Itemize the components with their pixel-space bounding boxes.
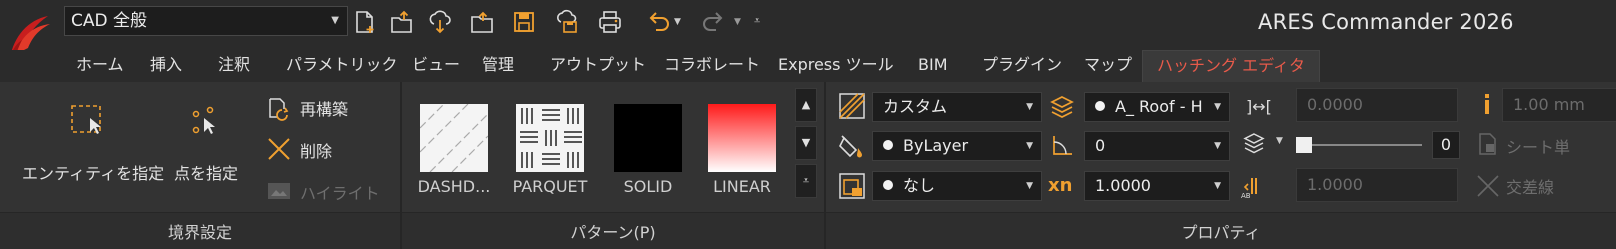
layer-value: A_ Roof - H (1115, 97, 1203, 116)
redo-icon[interactable] (700, 8, 728, 36)
iso-pen-width-icon: AB (1238, 172, 1266, 200)
spacing-field[interactable]: 0.0000 (1296, 88, 1458, 122)
customize-quick-access-icon[interactable]: ⩡ (754, 8, 768, 36)
transparency-dropdown-icon[interactable]: ▼ (1276, 136, 1283, 146)
delete-button[interactable]: 削除 (300, 138, 332, 162)
swatch-linear-label: LINEAR (713, 177, 771, 196)
angle-icon (1048, 132, 1076, 160)
hatch-type-dropdown[interactable]: カスタム ▼ (872, 92, 1042, 122)
background-color-dropdown[interactable]: なし ▼ (872, 171, 1042, 201)
tab-annotate[interactable]: 注釈 (218, 50, 250, 82)
tab-bim[interactable]: BIM (918, 50, 948, 82)
hatch-color-value: ByLayer (903, 136, 969, 155)
specify-point-button[interactable]: 点を指定 (174, 160, 238, 184)
chevron-down-icon: ▼ (331, 15, 339, 26)
background-value: なし (903, 176, 936, 195)
chevron-down-icon: ▼ (1210, 93, 1221, 121)
scale-value: 1.0000 (1095, 176, 1151, 195)
workspace-dropdown[interactable]: CAD 全般 ▼ (64, 6, 348, 36)
color-dot (883, 140, 893, 150)
chevron-down-icon: ▼ (1026, 102, 1033, 112)
undo-dropdown-icon[interactable]: ▼ (674, 8, 686, 36)
pick-points-icon[interactable] (190, 104, 226, 138)
layer-dropdown[interactable]: A_ Roof - H ▼ (1084, 92, 1230, 122)
swatch-solid[interactable] (614, 104, 682, 172)
layer-color-dot (1095, 101, 1105, 111)
tab-parametric[interactable]: パラメトリック (286, 50, 398, 82)
cloud-open-icon[interactable] (426, 8, 454, 36)
hatch-color-bucket-icon (838, 132, 866, 160)
tab-output[interactable]: アウトプット (550, 50, 646, 82)
transparency-slider-thumb[interactable] (1296, 137, 1312, 153)
swatch-dashed-label: DASHD... (417, 177, 491, 196)
pattern-scroll-down-button[interactable]: ▼ (795, 126, 817, 160)
background-dot (883, 180, 893, 190)
tab-collaborate[interactable]: コラボレート (664, 50, 760, 82)
chevron-down-icon: ▼ (1026, 181, 1033, 191)
angle-dropdown[interactable]: 0 ▼ (1084, 131, 1230, 161)
swatch-linear[interactable] (708, 104, 776, 172)
tab-home[interactable]: ホーム (76, 50, 124, 82)
hatch-type-icon (838, 92, 866, 120)
hatch-color-dropdown[interactable]: ByLayer ▼ (872, 131, 1042, 161)
pattern-scroll-up-button[interactable]: ▲ (795, 88, 817, 122)
lineweight-info-icon (1474, 90, 1502, 118)
pattern-gallery-expand-button[interactable]: ⩡ (795, 164, 817, 198)
scale-xn-icon: xn (1048, 175, 1073, 196)
hatch-type-value: カスタム (883, 97, 948, 116)
transparency-slider-track[interactable] (1312, 144, 1422, 146)
open-file-icon[interactable] (388, 8, 416, 36)
scale-dropdown[interactable]: 1.0000 ▼ (1084, 171, 1230, 201)
tab-express-tools[interactable]: Express ツール (778, 50, 894, 82)
tab-map[interactable]: マップ (1084, 50, 1132, 82)
swatch-parquet-label: PARQUET (512, 177, 588, 196)
ribbon-tabs: ホーム 挿入 注釈 パラメトリック ビュー 管理 アウトプット コラボレート E… (0, 50, 1616, 82)
tab-insert[interactable]: 挿入 (150, 50, 182, 82)
tab-hatch-editor[interactable]: ハッチング エディタ (1142, 50, 1320, 82)
lineweight-field[interactable]: 1.00 mm (1502, 88, 1616, 122)
boundary-panel-label: 境界設定 (167, 223, 232, 242)
svg-text:AB: AB (1241, 192, 1251, 200)
highlight-icon (266, 178, 292, 204)
separate-hatch-icon (1474, 130, 1502, 158)
swatch-solid-label: SOLID (623, 177, 673, 196)
undo-icon[interactable] (644, 8, 672, 36)
tab-view[interactable]: ビュー (412, 50, 460, 82)
print-icon[interactable] (596, 8, 624, 36)
select-entity-icon[interactable] (70, 104, 106, 138)
pattern-panel-label: パターン(P) (570, 223, 656, 242)
tab-manage[interactable]: 管理 (482, 50, 514, 82)
iso-pen-width-field[interactable]: 1.0000 (1296, 168, 1458, 202)
properties-panel-label: プロパティ (1181, 223, 1261, 242)
redo-dropdown-icon[interactable]: ▼ (734, 8, 746, 36)
swatch-parquet[interactable] (516, 104, 584, 172)
swatch-dashed[interactable] (419, 103, 489, 173)
transparency-layers-icon[interactable] (1242, 130, 1270, 158)
workspace-value: CAD 全般 (71, 11, 147, 31)
spacing-icon: ]↔[ (1246, 97, 1272, 116)
rebuild-icon (266, 96, 292, 122)
app-title: ARES Commander 2026 (1258, 10, 1514, 34)
chevron-down-icon: ▼ (1214, 141, 1221, 151)
layer-stack-icon (1048, 93, 1076, 121)
cross-lines-icon (1474, 172, 1502, 200)
title-bar: CAD 全般 ▼ ▼ ▼ ⩡ ARES Commander 2026 (0, 0, 1616, 62)
save-icon[interactable] (510, 8, 538, 36)
delete-x-icon (266, 136, 292, 162)
save-as-cloud-icon[interactable] (552, 8, 580, 36)
chevron-down-icon: ▼ (1026, 141, 1033, 151)
rebuild-button[interactable]: 再構築 (300, 96, 348, 120)
background-color-icon (838, 172, 866, 200)
open-folder-icon[interactable] (468, 8, 496, 36)
transparency-value[interactable]: 0 (1432, 131, 1460, 159)
specify-entity-button[interactable]: エンティティを指定 (22, 160, 164, 184)
tab-plugins[interactable]: プラグイン (982, 50, 1062, 82)
chevron-down-icon: ▼ (1214, 181, 1221, 191)
highlight-button[interactable]: ハイライト (300, 180, 380, 204)
separate-hatch-button[interactable]: シート単 (1506, 134, 1570, 158)
angle-value: 0 (1095, 136, 1106, 155)
new-file-icon[interactable] (350, 8, 378, 36)
cross-lines-button[interactable]: 交差線 (1506, 174, 1554, 198)
